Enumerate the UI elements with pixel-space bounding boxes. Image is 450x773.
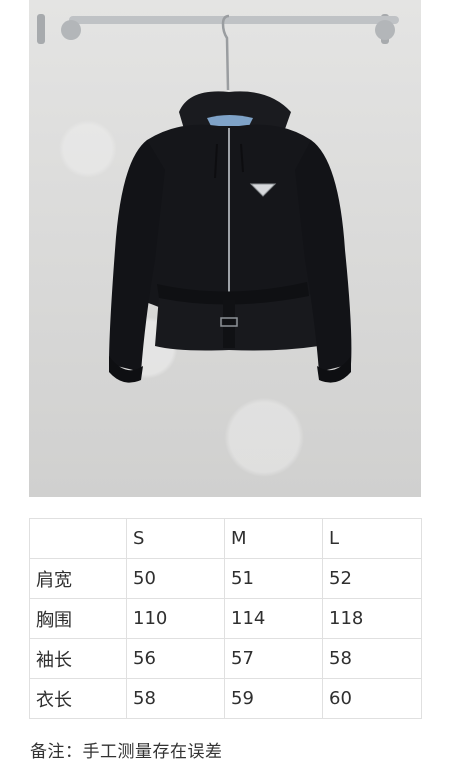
- hanger-hook: [221, 14, 230, 91]
- table-cell: 50: [126, 558, 225, 599]
- measurement-note: 备注：手工测量存在误差: [30, 742, 223, 762]
- row-label: 胸围: [29, 598, 127, 639]
- table-row: 衣长 58 59 60: [29, 678, 422, 719]
- table-header-row: S M L: [29, 518, 422, 559]
- header-cell-s: S: [126, 518, 225, 559]
- table-cell: 60: [322, 678, 422, 719]
- header-cell-m: M: [224, 518, 323, 559]
- jacket: [109, 91, 352, 383]
- row-label: 袖长: [29, 638, 127, 679]
- header-cell: [29, 518, 127, 559]
- table-cell: 52: [322, 558, 422, 599]
- table-cell: 58: [126, 678, 225, 719]
- header-cell-l: L: [322, 518, 422, 559]
- table-cell: 118: [322, 598, 422, 639]
- row-label: 衣长: [29, 678, 127, 719]
- table-cell: 110: [126, 598, 225, 639]
- table-cell: 58: [322, 638, 422, 679]
- row-label: 肩宽: [29, 558, 127, 599]
- product-photo: [29, 0, 421, 497]
- table-row: 胸围 110 114 118: [29, 598, 422, 639]
- table-row: 肩宽 50 51 52: [29, 558, 422, 599]
- table-row: 袖长 56 57 58: [29, 638, 422, 679]
- size-table: S M L 肩宽 50 51 52 胸围 110 114 118 袖长 56 5…: [29, 518, 422, 719]
- hanging-rail: [37, 14, 399, 44]
- table-cell: 114: [224, 598, 323, 639]
- table-cell: 51: [224, 558, 323, 599]
- table-cell: 56: [126, 638, 225, 679]
- table-cell: 59: [224, 678, 323, 719]
- table-cell: 57: [224, 638, 323, 679]
- jacket-illustration: [37, 14, 399, 383]
